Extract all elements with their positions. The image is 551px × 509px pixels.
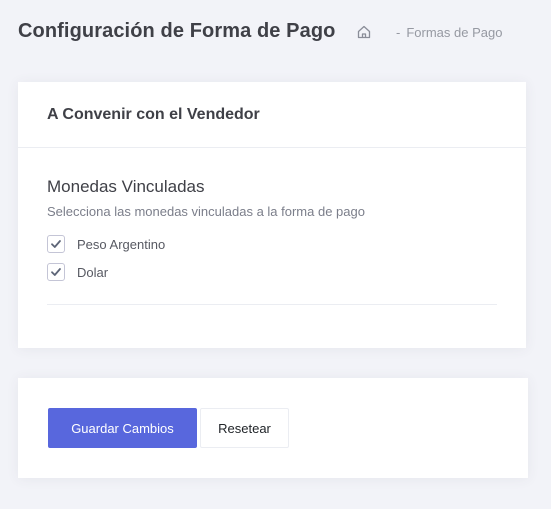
breadcrumb: - Formas de Pago xyxy=(356,24,502,40)
reset-button[interactable]: Resetear xyxy=(200,408,289,448)
breadcrumb-item-formas-de-pago[interactable]: Formas de Pago xyxy=(406,25,502,40)
page-title: Configuración de Forma de Pago xyxy=(18,20,336,42)
payment-method-card: A Convenir con el Vendedor Monedas Vincu… xyxy=(18,82,526,348)
save-changes-button[interactable]: Guardar Cambios xyxy=(48,408,197,448)
checkbox-label: Peso Argentino xyxy=(77,236,166,252)
checkbox-box[interactable] xyxy=(47,235,65,253)
section-title: Monedas Vinculadas xyxy=(47,177,205,196)
breadcrumb-separator: - xyxy=(396,24,401,40)
card-header: A Convenir con el Vendedor xyxy=(18,82,526,148)
section-description: Selecciona las monedas vinculadas a la f… xyxy=(47,204,365,219)
checkbox-label: Dolar xyxy=(77,264,109,280)
checkbox-peso-argentino[interactable]: Peso Argentino xyxy=(47,235,165,253)
card-title: A Convenir con el Vendedor xyxy=(47,106,260,123)
check-icon xyxy=(51,240,61,248)
check-icon xyxy=(51,268,61,276)
checkbox-dolar[interactable]: Dolar xyxy=(47,263,108,281)
home-icon[interactable] xyxy=(356,24,372,40)
checkbox-box[interactable] xyxy=(47,263,65,281)
page-header: Configuración de Forma de Pago - Formas … xyxy=(18,18,551,50)
divider xyxy=(47,304,497,305)
actions-card: Guardar Cambios Resetear xyxy=(18,378,528,478)
